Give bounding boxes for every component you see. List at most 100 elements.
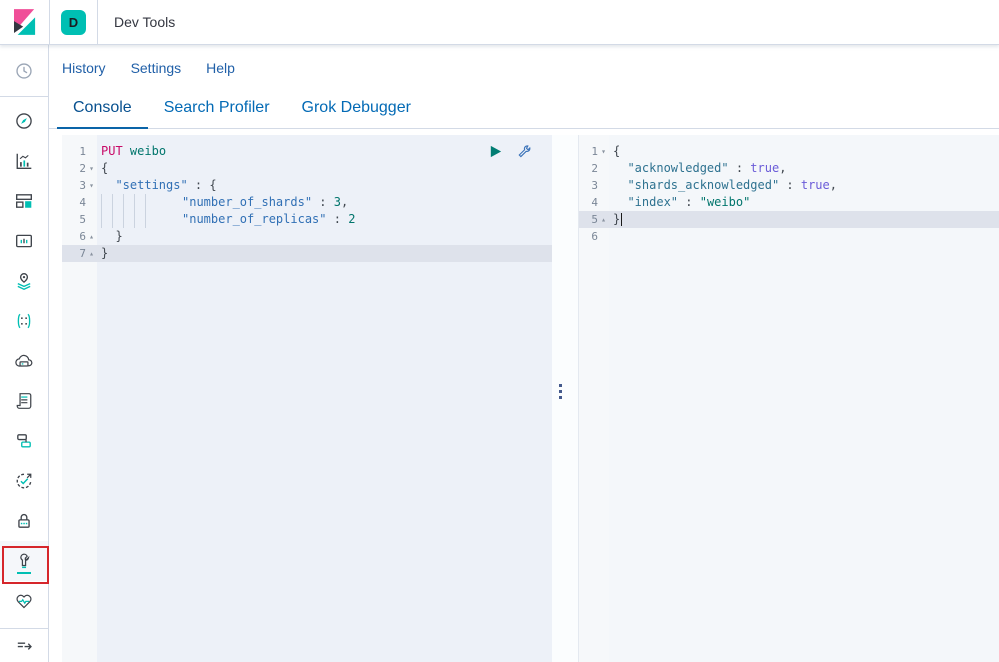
code-token: "settings" bbox=[115, 178, 187, 192]
sidebar-item-dev-tools[interactable] bbox=[0, 541, 48, 581]
sidebar-item-maps[interactable] bbox=[0, 261, 48, 301]
code-token: } bbox=[613, 212, 620, 226]
line-number: 4 bbox=[591, 194, 598, 211]
code-token: "acknowledged" bbox=[627, 161, 728, 175]
sidebar-item-visualize[interactable] bbox=[0, 141, 48, 181]
sidebar-item-machine-learning[interactable] bbox=[0, 301, 48, 341]
main-content: History Settings Help ConsoleSearch Profil… bbox=[49, 45, 999, 662]
gutter-cell: 5 bbox=[62, 211, 97, 228]
menu-item-settings[interactable]: Settings bbox=[131, 60, 182, 76]
code-token: true bbox=[801, 178, 830, 192]
text-cursor bbox=[621, 213, 622, 226]
tab-grok-debugger[interactable]: Grok Debugger bbox=[286, 89, 427, 129]
kibana-logo-icon bbox=[14, 9, 36, 35]
sidebar-top bbox=[0, 45, 48, 97]
line-number: 5 bbox=[591, 211, 598, 228]
code-token: : bbox=[312, 195, 334, 209]
line-number: 6 bbox=[79, 228, 86, 245]
code-line: 6▴ } bbox=[62, 228, 552, 245]
sidebar-item-recently-viewed[interactable] bbox=[15, 51, 33, 91]
gutter-cell: 3 bbox=[579, 177, 609, 194]
code-text bbox=[609, 228, 613, 245]
line-number: 1 bbox=[591, 143, 598, 160]
code-text: } bbox=[97, 228, 123, 245]
fold-toggle-icon[interactable]: ▴ bbox=[86, 245, 97, 262]
code-text: "settings" : { bbox=[97, 177, 217, 194]
clock-icon bbox=[15, 62, 33, 80]
gutter-cell: 3▾ bbox=[62, 177, 97, 194]
sidebar-item-dashboard[interactable] bbox=[0, 181, 48, 221]
console-output-code: 1▾ {2 "acknowledged" : true,3 "shards_ack… bbox=[579, 135, 999, 245]
code-token: { bbox=[613, 144, 620, 158]
tab-search-profiler[interactable]: Search Profiler bbox=[148, 89, 286, 129]
dashboard-icon bbox=[15, 192, 33, 210]
code-token: { bbox=[101, 161, 108, 175]
code-text: { bbox=[609, 143, 620, 160]
code-token: , bbox=[830, 178, 837, 192]
fold-toggle-icon[interactable]: ▾ bbox=[598, 143, 609, 160]
code-token bbox=[123, 144, 130, 158]
gutter-cell: 7▴ bbox=[62, 245, 97, 262]
gutter-cell: 2 bbox=[579, 160, 609, 177]
request-options-button[interactable] bbox=[516, 144, 531, 159]
line-number: 4 bbox=[79, 194, 86, 211]
line-number: 7 bbox=[79, 245, 86, 262]
code-token: true bbox=[750, 161, 779, 175]
console-input-code: 1PUT weibo2▾{3▾ "settings" : {4"number_o… bbox=[62, 135, 552, 262]
resize-handle-icon[interactable] bbox=[559, 384, 562, 399]
gutter-cell: 4 bbox=[579, 194, 609, 211]
scroll-icon bbox=[15, 392, 33, 410]
app-badge-cell: D bbox=[50, 0, 98, 44]
machine-learning-icon bbox=[15, 312, 33, 330]
dev-tools-app-badge: D bbox=[61, 10, 86, 35]
code-token: : bbox=[678, 195, 700, 209]
sidebar-item-infrastructure[interactable] bbox=[0, 341, 48, 381]
code-token: PUT bbox=[101, 144, 123, 158]
console-request-editor[interactable]: 1PUT weibo2▾{3▾ "settings" : {4"number_o… bbox=[62, 135, 552, 662]
sidebar-item-canvas[interactable] bbox=[0, 221, 48, 261]
gutter-cell: 6 bbox=[579, 228, 609, 245]
sidebar-item-monitoring[interactable] bbox=[0, 581, 48, 621]
code-line: 4"number_of_shards" : 3, bbox=[62, 194, 552, 211]
sidebar-item-collapse[interactable] bbox=[15, 629, 33, 662]
code-token: weibo bbox=[130, 144, 166, 158]
kibana-logo[interactable] bbox=[0, 0, 50, 44]
line-number: 6 bbox=[591, 228, 598, 245]
top-header-bar: D Dev Tools bbox=[0, 0, 999, 45]
line-number: 2 bbox=[79, 160, 86, 177]
sidebar-bottom bbox=[0, 628, 48, 662]
heartbeat-icon bbox=[15, 592, 33, 610]
fold-toggle-icon[interactable]: ▾ bbox=[86, 177, 97, 194]
sidebar-item-apm[interactable] bbox=[0, 421, 48, 461]
fold-toggle-icon[interactable]: ▴ bbox=[598, 211, 609, 228]
code-line: 3 "shards_acknowledged" : true, bbox=[579, 177, 999, 194]
fold-toggle-icon[interactable]: ▾ bbox=[86, 160, 97, 177]
panel-resizer[interactable] bbox=[552, 135, 579, 662]
code-token: "number_of_shards" bbox=[182, 195, 312, 209]
code-line: 2 "acknowledged" : true, bbox=[579, 160, 999, 177]
code-line: 5"number_of_replicas" : 2 bbox=[62, 211, 552, 228]
sidebar-item-discover[interactable] bbox=[0, 101, 48, 141]
code-token bbox=[613, 195, 627, 209]
sidebar-item-siem[interactable] bbox=[0, 501, 48, 541]
code-token bbox=[613, 161, 627, 175]
sidebar-item-uptime[interactable] bbox=[0, 461, 48, 501]
gutter-cell: 4 bbox=[62, 194, 97, 211]
code-text: } bbox=[609, 211, 622, 228]
fold-toggle-icon[interactable]: ▴ bbox=[86, 228, 97, 245]
tab-console[interactable]: Console bbox=[57, 89, 148, 129]
code-text: { bbox=[97, 160, 108, 177]
menu-item-help[interactable]: Help bbox=[206, 60, 235, 76]
code-token: 3 bbox=[334, 195, 341, 209]
lock-icon bbox=[15, 512, 33, 530]
page-title: Dev Tools bbox=[114, 0, 175, 44]
code-token bbox=[101, 194, 150, 211]
menu-item-history[interactable]: History bbox=[62, 60, 106, 76]
code-line: 6 bbox=[579, 228, 999, 245]
sidebar-nav bbox=[0, 97, 48, 621]
gutter-cell: 2▾ bbox=[62, 160, 97, 177]
sidebar-item-logs[interactable] bbox=[0, 381, 48, 421]
code-token: : bbox=[779, 178, 801, 192]
console-response-panel[interactable]: 1▾ {2 "acknowledged" : true,3 "shards_ack… bbox=[579, 135, 999, 662]
send-request-button[interactable] bbox=[488, 144, 503, 159]
